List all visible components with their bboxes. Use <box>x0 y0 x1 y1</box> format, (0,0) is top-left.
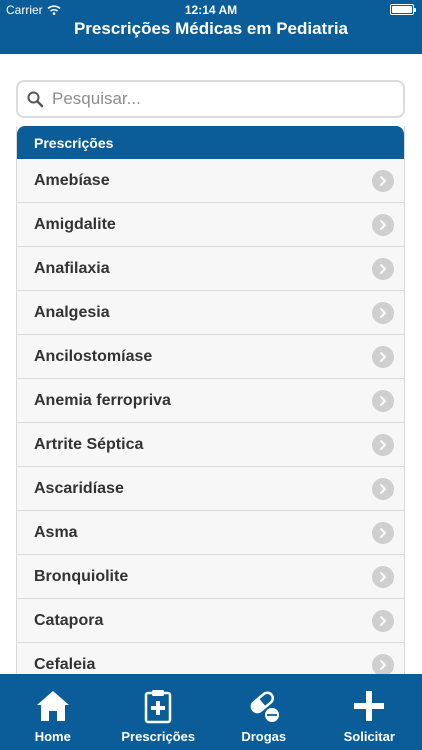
chevron-right-icon <box>372 565 394 588</box>
list-item[interactable]: Catapora <box>17 599 404 643</box>
home-icon <box>35 688 71 724</box>
list-item-label: Catapora <box>34 611 104 629</box>
list-item[interactable]: Ancilostomíase <box>17 335 404 379</box>
list-item-label: Ascaridíase <box>34 479 124 497</box>
clipboard-icon <box>140 688 176 724</box>
chevron-right-icon <box>372 609 394 632</box>
tab-label: Prescrições <box>121 729 196 744</box>
list-item-label: Cefaleia <box>34 655 96 673</box>
list-item[interactable]: Ascaridíase <box>17 467 404 511</box>
battery-icon <box>390 4 416 15</box>
tab-home[interactable]: Home <box>0 674 106 750</box>
list-item[interactable]: Anafilaxia <box>17 247 404 291</box>
tab-solicitar[interactable]: Solicitar <box>317 674 422 750</box>
status-time: 12:14 AM <box>184 3 238 17</box>
tab-bar: Home Prescrições Drogas Solicitar <box>0 674 422 750</box>
chevron-right-icon <box>372 477 394 500</box>
chevron-right-icon <box>372 345 394 368</box>
list-item[interactable]: Amebíase <box>17 159 404 203</box>
chevron-right-icon <box>372 169 394 192</box>
tab-drogas[interactable]: Drogas <box>211 674 317 750</box>
list-item-label: Anemia ferropriva <box>34 391 171 409</box>
chevron-right-icon <box>372 257 394 280</box>
list-item[interactable]: Asma <box>17 511 404 555</box>
list-item-label: Ancilostomíase <box>34 347 153 365</box>
list-item-label: Anafilaxia <box>34 259 110 277</box>
list-item-label: Bronquiolite <box>34 567 129 585</box>
status-bar: Carrier 12:14 AM <box>0 0 422 20</box>
list-item[interactable]: Artrite Séptica <box>17 423 404 467</box>
list-section-header: Prescrições <box>17 126 404 159</box>
tab-prescricoes[interactable]: Prescrições <box>106 674 212 750</box>
list-item-label: Analgesia <box>34 303 110 321</box>
search-bar[interactable] <box>16 80 405 118</box>
list-item-label: Asma <box>34 523 78 541</box>
list-item[interactable]: Analgesia <box>17 291 404 335</box>
page-title: Prescrições Médicas em Pediatria <box>73 19 349 38</box>
list-item[interactable]: Cefaleia <box>17 643 404 674</box>
chevron-right-icon <box>372 653 394 674</box>
tab-label: Home <box>34 729 71 744</box>
prescriptions-list[interactable]: Prescrições Amebíase Amigdalite Anafilax… <box>16 126 405 674</box>
pills-icon <box>246 688 282 724</box>
list-item-label: Amebíase <box>34 171 110 189</box>
list-item-label: Artrite Séptica <box>34 435 144 453</box>
navigation-bar: Carrier 12:14 AM Prescrições Médicas em … <box>0 0 422 54</box>
tab-label: Drogas <box>241 729 287 744</box>
chevron-right-icon <box>372 433 394 456</box>
list-item[interactable]: Anemia ferropriva <box>17 379 404 423</box>
list-item-label: Amigdalite <box>34 215 116 233</box>
chevron-right-icon <box>372 301 394 324</box>
tab-label: Solicitar <box>343 729 395 744</box>
search-icon <box>27 91 44 108</box>
chevron-right-icon <box>372 389 394 412</box>
chevron-right-icon <box>372 213 394 236</box>
list-item[interactable]: Amigdalite <box>17 203 404 247</box>
plus-icon <box>351 688 387 724</box>
search-input[interactable] <box>52 89 392 109</box>
list-item[interactable]: Bronquiolite <box>17 555 404 599</box>
chevron-right-icon <box>372 521 394 544</box>
